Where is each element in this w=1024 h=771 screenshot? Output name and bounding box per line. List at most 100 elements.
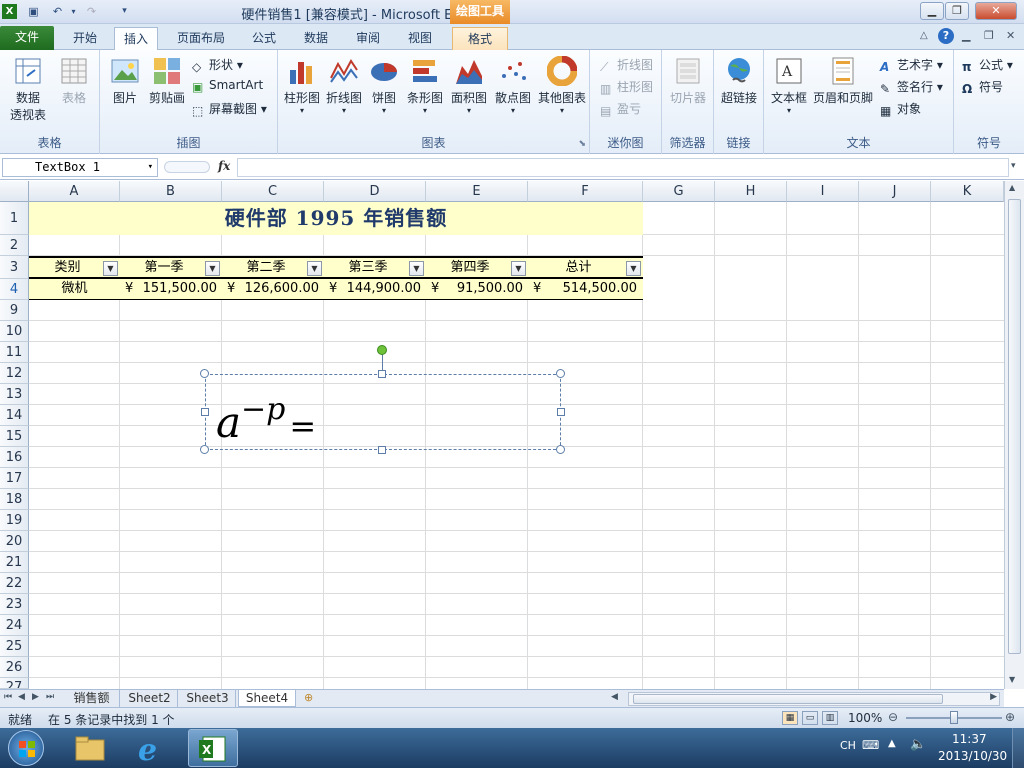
workbook-restore-icon[interactable]: ❐ <box>984 29 994 42</box>
row-header[interactable]: 9 <box>0 300 29 321</box>
row-header[interactable]: 23 <box>0 594 29 615</box>
slicer-button[interactable]: 切片器 <box>666 56 710 106</box>
scatter-chart-button[interactable]: 散点图 ▾ <box>492 56 534 115</box>
row-header[interactable]: 16 <box>0 447 29 468</box>
sheet-tab-sheet3[interactable]: Sheet3 <box>180 690 236 707</box>
select-all-corner[interactable] <box>0 181 29 202</box>
rotation-handle[interactable] <box>377 345 387 355</box>
row-header[interactable]: 21 <box>0 552 29 573</box>
column-header-c[interactable]: C <box>222 181 324 202</box>
customize-toolbar-icon[interactable]: ▾ <box>117 4 132 19</box>
filter-dropdown-icon[interactable]: ▼ <box>307 261 322 276</box>
row-header[interactable]: 12 <box>0 363 29 384</box>
show-hidden-icons-icon[interactable]: ▲ <box>888 738 896 749</box>
pivot-table-button[interactable]: 数据 透视表 <box>4 56 52 123</box>
column-header-b[interactable]: B <box>120 181 222 202</box>
object-button[interactable]: ▦ 对象 <box>880 100 921 118</box>
tab-format[interactable]: 格式 <box>452 27 508 50</box>
column-header-a[interactable]: A <box>29 181 120 202</box>
equation-content[interactable]: a−p = <box>216 385 316 451</box>
help-icon[interactable]: ? <box>938 28 954 44</box>
title-cell[interactable]: 硬件部 1995 年销售额 <box>29 202 643 235</box>
sparkline-column-button[interactable]: ▥ 柱形图 <box>600 78 653 96</box>
expand-formula-bar-icon[interactable]: ▾ <box>1011 161 1016 171</box>
symbol-button[interactable]: Ω 符号 <box>962 78 1003 96</box>
cell-q2-value[interactable]: 126,600.00 <box>239 279 319 299</box>
cell-q4-value[interactable]: 91,500.00 <box>443 279 523 299</box>
sheet-tab-sales[interactable]: 销售额 <box>64 690 120 707</box>
minimize-ribbon-icon[interactable]: △ <box>920 30 928 41</box>
explorer-taskbar-button[interactable] <box>68 730 112 766</box>
tab-page-layout[interactable]: 页面布局 <box>168 27 234 50</box>
page-layout-view-icon[interactable]: ▭ <box>802 711 818 725</box>
column-header-f[interactable]: F <box>528 181 643 202</box>
header-footer-button[interactable]: 页眉和页脚 <box>812 56 874 106</box>
cell-q3-value[interactable]: 144,900.00 <box>341 279 421 299</box>
resize-handle[interactable] <box>201 408 209 416</box>
wordart-button[interactable]: A 艺术字 ▾ <box>880 56 943 74</box>
line-chart-button[interactable]: 折线图 ▾ <box>324 56 364 115</box>
sheet-tab-sheet2[interactable]: Sheet2 <box>122 690 178 707</box>
hyperlink-button[interactable]: 超链接 <box>718 56 760 106</box>
undo-icon[interactable]: ↶ <box>50 4 65 19</box>
row-header[interactable]: 27 <box>0 678 29 689</box>
equation-button[interactable]: π 公式 ▾ <box>962 56 1013 74</box>
other-charts-button[interactable]: 其他图表 ▾ <box>536 56 588 115</box>
tab-view[interactable]: 视图 <box>400 27 440 50</box>
column-header-i[interactable]: I <box>787 181 859 202</box>
resize-handle[interactable] <box>556 369 565 378</box>
next-sheet-icon[interactable]: ▶ <box>32 692 39 702</box>
column-header-j[interactable]: J <box>859 181 931 202</box>
internet-explorer-taskbar-button[interactable]: e <box>128 730 172 768</box>
first-sheet-icon[interactable]: ⏮ <box>4 692 12 702</box>
row-header[interactable]: 25 <box>0 636 29 657</box>
formula-bar-splitter[interactable] <box>164 161 210 173</box>
input-method-indicator[interactable]: CH <box>840 739 856 752</box>
name-box[interactable]: TextBox 1 ▾ <box>2 158 158 177</box>
minimize-button[interactable]: ▁ <box>920 2 944 20</box>
row-header[interactable]: 1 <box>0 202 29 235</box>
cell-q1-value[interactable]: 151,500.00 <box>137 279 217 299</box>
tab-insert[interactable]: 插入 <box>114 27 158 50</box>
clipart-button[interactable]: 剪贴画 <box>146 56 188 106</box>
tab-review[interactable]: 审阅 <box>348 27 388 50</box>
vertical-scroll-thumb[interactable] <box>1008 199 1021 654</box>
filter-dropdown-icon[interactable]: ▼ <box>511 261 526 276</box>
row-header[interactable]: 20 <box>0 531 29 552</box>
clock-date[interactable]: 2013/10/30 <box>938 749 1007 763</box>
shapes-button[interactable]: ◇ 形状 ▾ <box>192 56 243 74</box>
tab-formulas[interactable]: 公式 <box>244 27 284 50</box>
filter-dropdown-icon[interactable]: ▼ <box>409 261 424 276</box>
resize-handle[interactable] <box>556 445 565 454</box>
keyboard-icon[interactable]: ⌨ <box>862 738 879 752</box>
start-button[interactable] <box>8 730 44 766</box>
formula-input[interactable] <box>237 158 1009 177</box>
row-header[interactable]: 19 <box>0 510 29 531</box>
filter-active-icon[interactable]: ▼ <box>626 261 641 276</box>
resize-handle[interactable] <box>200 445 209 454</box>
row-header[interactable]: 14 <box>0 405 29 426</box>
row-header[interactable]: 24 <box>0 615 29 636</box>
column-header-g[interactable]: G <box>643 181 715 202</box>
equation-textbox[interactable]: a−p = <box>205 374 561 450</box>
filter-active-icon[interactable]: ▼ <box>205 261 220 276</box>
zoom-slider-thumb[interactable] <box>950 711 958 724</box>
row-header[interactable]: 10 <box>0 321 29 342</box>
picture-button[interactable]: 图片 <box>106 56 144 106</box>
excel-taskbar-button[interactable]: X <box>188 729 238 767</box>
sparkline-line-button[interactable]: ⟋ 折线图 <box>600 56 653 74</box>
resize-handle[interactable] <box>200 369 209 378</box>
resize-handle[interactable] <box>557 408 565 416</box>
restore-button[interactable]: ❐ <box>945 2 969 20</box>
resize-handle[interactable] <box>378 370 386 378</box>
last-sheet-icon[interactable]: ⏭ <box>46 692 54 702</box>
vertical-scrollbar[interactable]: ▲ ▼ <box>1004 181 1024 689</box>
insert-function-icon[interactable]: fx <box>218 159 230 173</box>
volume-icon[interactable]: 🔈 <box>910 737 926 752</box>
row-header[interactable]: 2 <box>0 235 29 256</box>
row-header[interactable]: 22 <box>0 573 29 594</box>
bar-chart-button[interactable]: 条形图 ▾ <box>404 56 446 115</box>
horizontal-scroll-thumb[interactable] <box>633 694 943 704</box>
resize-handle[interactable] <box>378 446 386 454</box>
worksheet-grid[interactable]: A B C D E F G H I J K 1 2 3 4 9 10 11 12… <box>0 181 1004 689</box>
